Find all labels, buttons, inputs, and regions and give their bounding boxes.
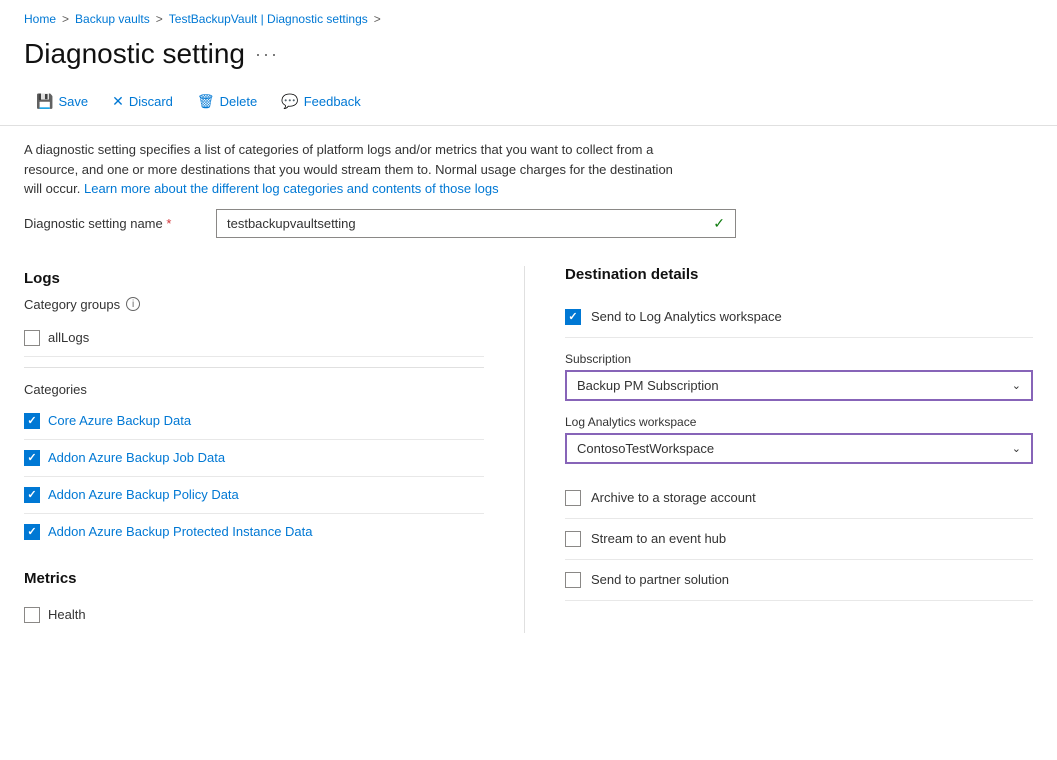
subscription-dropdown[interactable]: Backup PM Subscription ⌄ — [565, 370, 1033, 401]
allLogs-checkbox[interactable] — [24, 330, 40, 346]
breadcrumb: Home > Backup vaults > TestBackupVault |… — [0, 0, 1057, 34]
core-azure-label: Core Azure Backup Data — [48, 413, 191, 428]
discard-icon: ✕ — [112, 93, 124, 110]
allLogs-item: allLogs — [24, 320, 484, 357]
health-item: Health — [24, 597, 484, 633]
addon-policy-checkbox[interactable] — [24, 487, 40, 503]
delete-icon: 🗑 — [197, 93, 215, 110]
health-label: Health — [48, 607, 86, 622]
core-azure-checkbox[interactable] — [24, 413, 40, 429]
feedback-icon: 💬 — [281, 93, 298, 110]
discard-button[interactable]: ✕ Discard — [100, 88, 185, 115]
categories-label: Categories — [24, 382, 484, 397]
subscription-value: Backup PM Subscription — [577, 378, 719, 393]
breadcrumb-vault-diagnostics[interactable]: TestBackupVault | Diagnostic settings — [169, 12, 368, 26]
setting-name-row: Diagnostic setting name * testbackupvaul… — [0, 209, 1057, 252]
addon-job-checkbox[interactable] — [24, 450, 40, 466]
archive-storage-item: Archive to a storage account — [565, 478, 1033, 519]
metrics-section: Metrics Health — [24, 570, 484, 633]
log-analytics-workspace-group: Log Analytics workspace ContosoTestWorks… — [565, 415, 1033, 464]
category-groups-info-icon[interactable]: i — [126, 297, 140, 311]
stream-event-hub-label: Stream to an event hub — [591, 531, 726, 546]
log-analytics-workspace-arrow: ⌄ — [1012, 442, 1021, 455]
archive-storage-checkbox[interactable] — [565, 490, 581, 506]
logs-section: Logs Category groups i allLogs Categorie… — [24, 270, 484, 550]
destination-details-title: Destination details — [565, 266, 1033, 283]
allLogs-label: allLogs — [48, 330, 89, 345]
log-analytics-checkbox[interactable] — [565, 309, 581, 325]
addon-job-label: Addon Azure Backup Job Data — [48, 450, 225, 465]
setting-name-input[interactable]: testbackupvaultsetting ✓ — [216, 209, 736, 238]
divider-1 — [24, 367, 484, 368]
core-azure-item: Core Azure Backup Data — [24, 403, 484, 440]
left-panel: Logs Category groups i allLogs Categorie… — [24, 266, 524, 633]
more-options-button[interactable]: ··· — [255, 44, 279, 65]
save-button[interactable]: 💾 Save — [24, 88, 100, 115]
learn-more-link[interactable]: Learn more about the different log categ… — [84, 181, 499, 196]
stream-event-hub-item: Stream to an event hub — [565, 519, 1033, 560]
toolbar: 💾 Save ✕ Discard 🗑 Delete 💬 Feedback — [0, 82, 1057, 126]
archive-storage-label: Archive to a storage account — [591, 490, 756, 505]
addon-policy-label: Addon Azure Backup Policy Data — [48, 487, 239, 502]
page-title-row: Diagnostic setting ··· — [0, 34, 1057, 82]
log-analytics-item: Send to Log Analytics workspace — [565, 297, 1033, 338]
addon-policy-item: Addon Azure Backup Policy Data — [24, 477, 484, 514]
save-icon: 💾 — [36, 93, 53, 110]
page-title: Diagnostic setting — [24, 38, 245, 70]
log-analytics-label: Send to Log Analytics workspace — [591, 309, 782, 324]
log-analytics-workspace-label: Log Analytics workspace — [565, 415, 1033, 429]
log-analytics-workspace-value: ContosoTestWorkspace — [577, 441, 714, 456]
logs-section-title: Logs — [24, 270, 484, 287]
content-area: Logs Category groups i allLogs Categorie… — [0, 252, 1057, 633]
feedback-button[interactable]: 💬 Feedback — [269, 88, 373, 115]
log-analytics-workspace-dropdown[interactable]: ContosoTestWorkspace ⌄ — [565, 433, 1033, 464]
breadcrumb-backup-vaults[interactable]: Backup vaults — [75, 12, 150, 26]
send-partner-checkbox[interactable] — [565, 572, 581, 588]
stream-event-hub-checkbox[interactable] — [565, 531, 581, 547]
description-text: A diagnostic setting specifies a list of… — [0, 126, 700, 209]
addon-protected-item: Addon Azure Backup Protected Instance Da… — [24, 514, 484, 550]
subscription-group: Subscription Backup PM Subscription ⌄ — [565, 352, 1033, 401]
subscription-label: Subscription — [565, 352, 1033, 366]
metrics-section-title: Metrics — [24, 570, 484, 587]
subscription-dropdown-arrow: ⌄ — [1012, 379, 1021, 392]
breadcrumb-home[interactable]: Home — [24, 12, 56, 26]
page-container: Home > Backup vaults > TestBackupVault |… — [0, 0, 1057, 633]
health-checkbox[interactable] — [24, 607, 40, 623]
setting-name-label: Diagnostic setting name * — [24, 216, 204, 231]
addon-protected-label: Addon Azure Backup Protected Instance Da… — [48, 524, 313, 539]
send-partner-label: Send to partner solution — [591, 572, 729, 587]
addon-job-item: Addon Azure Backup Job Data — [24, 440, 484, 477]
delete-button[interactable]: 🗑 Delete — [185, 88, 269, 115]
right-panel: Destination details Send to Log Analytic… — [524, 266, 1033, 633]
checkmark-icon: ✓ — [713, 215, 725, 232]
send-partner-item: Send to partner solution — [565, 560, 1033, 601]
category-groups-label: Category groups i — [24, 297, 484, 312]
addon-protected-checkbox[interactable] — [24, 524, 40, 540]
